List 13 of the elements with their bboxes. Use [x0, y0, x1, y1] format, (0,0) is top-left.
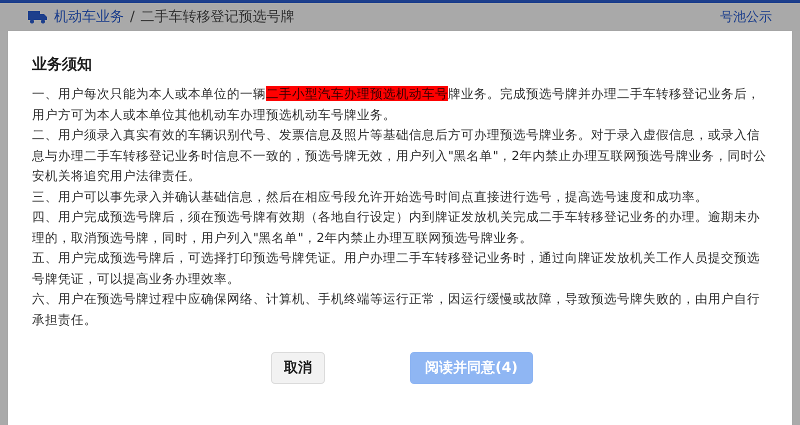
notice-paragraph: 五、用户完成预选号牌后，可选择打印预选号牌凭证。用户办理二手车转移登记业务时，通过向牌证发放机关工作人员提交预选号牌凭证，可以提高业务办理效率。 [32, 249, 761, 288]
notice-paragraph: 三、用户可以事先录入并确认基础信息，然后在相应号段允许开始选号时间点直接进行选号，提高选号速度和成功率。 [32, 188, 709, 206]
notice-paragraph: 六、用户在预选号牌过程中应确保网络、计算机、手机终端等运行正常，因运行缓慢或故障，导致预选号牌失败的，由用户自行承担责任。 [32, 290, 761, 328]
notice-paragraph: 四、用户完成预选号牌后，须在预选号牌有效期（各地自行设定）内到牌证发放机关完成二手车转移登记业务的办理。逾期未办理的，取消预选号牌，同时，用户列入"黑名单"，2年内禁止办理互联网预选号牌业务。 [32, 208, 761, 246]
notice-paragraph: 二、用户须录入真实有效的车辆识别代号、发票信息及照片等基础信息后方可办理预选号牌业务。对于录入虚假信息，或录入信息与办理二手车转移登记业务时信息不一致的，预选号牌无效，用户列入"黑名单"，2年内禁止办理互联网预选号牌业务，同时公安机关将追究用户法律责任。 [32, 126, 768, 185]
notice-paragraph: 一、用户每次只能为本人或本单位的一辆二手小型汽车办理预选机动车号牌业务。完成预选号牌并办理二手车转移登记业务后，用户方可为本人或本单位其他机动车办理预选机动车号牌业务。 [32, 85, 761, 124]
breadcrumb-item: 二手车转移登记预选号牌 [140, 8, 295, 26]
pool-link[interactable]: 号池公示 [720, 8, 772, 26]
breadcrumb-separator: / [130, 9, 135, 25]
cancel-button[interactable]: 取消 [271, 352, 326, 384]
breadcrumb-item[interactable]: 机动车业务 [54, 8, 124, 26]
truck-icon [28, 10, 48, 24]
dialog-title: 业务须知 [32, 55, 93, 74]
